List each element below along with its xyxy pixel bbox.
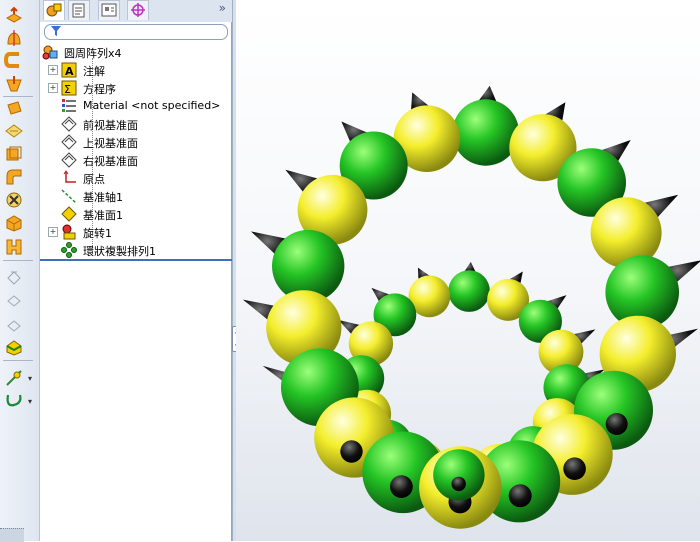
equation-icon: Σ [61, 80, 77, 96]
spike-tip [451, 476, 466, 492]
intersect-icon[interactable] [4, 337, 26, 357]
pattern-icon[interactable] [4, 314, 26, 334]
expand-toggle[interactable]: + [48, 227, 58, 237]
filter-icon [51, 26, 61, 36]
svg-text:A: A [65, 65, 74, 78]
tree-item-annotations[interactable]: + A 注解 [40, 61, 230, 79]
property-manager-icon[interactable] [68, 0, 90, 20]
extruded-boss-icon[interactable] [4, 6, 26, 26]
tree-item-label: 原点 [83, 173, 105, 186]
spike-tip [390, 475, 413, 498]
features-command-toolbar: ▾ ▾ [0, 0, 40, 542]
expand-toggle[interactable]: + [48, 83, 58, 93]
svg-text:Σ: Σ [64, 83, 71, 96]
reference-geometry-icon[interactable] [4, 368, 26, 388]
feature-manager-icon[interactable] [43, 0, 65, 20]
tree-item-front-plane[interactable]: 前视基准面 [40, 115, 230, 133]
plane-icon[interactable] [4, 121, 26, 141]
plane-icon [61, 116, 77, 132]
tree-item-label: 上视基准面 [83, 137, 138, 150]
expand-panel-button[interactable]: » [219, 1, 226, 15]
tree-item-right-plane[interactable]: 右视基准面 [40, 151, 230, 169]
revolved-boss-icon[interactable] [4, 28, 26, 48]
circular-pattern-icon [61, 242, 77, 258]
tree-item-circular-pattern[interactable]: 環狀複製排列1 [40, 241, 230, 259]
feature-manager-panel: » 圆周阵列x4 + A 注解 + Σ 方程序 Material <not sp… [40, 0, 232, 541]
hole-wizard-icon[interactable] [4, 190, 26, 210]
tree-item-label: Material <not specified> [83, 99, 221, 112]
graphics-viewport[interactable] [236, 0, 700, 541]
tree-item-label: 注解 [83, 65, 105, 78]
chevron-down-icon[interactable]: ▾ [28, 397, 32, 406]
tree-item-origin[interactable]: 原点 [40, 169, 230, 187]
spike-tip [563, 457, 586, 481]
plane-icon [61, 152, 77, 168]
bead [452, 99, 519, 166]
curves-icon[interactable] [4, 391, 26, 411]
spike-tip [340, 440, 363, 463]
annotation-icon: A [61, 62, 77, 78]
bead [448, 270, 490, 312]
dimxpert-icon[interactable] [127, 0, 149, 20]
wrap-icon[interactable] [4, 237, 26, 257]
fillet-icon[interactable] [4, 167, 26, 187]
plane-icon [61, 134, 77, 150]
part-icon [42, 44, 58, 60]
mirror-icon[interactable] [4, 290, 26, 310]
tree-item-label: 前视基准面 [83, 119, 138, 132]
rib-icon[interactable] [4, 213, 26, 233]
tree-item-label: 右视基准面 [83, 155, 138, 168]
tree-filter-input[interactable] [44, 24, 228, 40]
tree-item-label: 旋转1 [83, 227, 112, 240]
tree-item-axis[interactable]: 基准轴1 [40, 187, 230, 205]
bead [433, 449, 485, 501]
extruded-cut-icon[interactable] [4, 98, 26, 118]
panel-corner [0, 528, 24, 542]
revolve-icon [61, 224, 77, 240]
rollback-bar[interactable] [40, 259, 232, 261]
axis-icon [61, 188, 77, 204]
spike-tip [508, 484, 532, 508]
spike-tip [605, 413, 628, 435]
tree-item-material[interactable]: Material <not specified> [40, 97, 230, 115]
tree-item-revolve[interactable]: + 旋转1 [40, 223, 230, 241]
origin-icon [61, 170, 77, 186]
tree-item-label: 基准轴1 [83, 191, 123, 204]
swept-boss-icon[interactable] [3, 50, 26, 70]
plane-icon [61, 206, 77, 222]
tree-root-label: 圆周阵列x4 [64, 47, 122, 60]
tree-item-plane1[interactable]: 基准面1 [40, 205, 230, 223]
configuration-manager-icon[interactable] [98, 0, 120, 20]
tree-item-label: 基准面1 [83, 209, 123, 222]
panel-tabs: » [40, 0, 232, 22]
tree-item-equations[interactable]: + Σ 方程序 [40, 79, 230, 97]
expand-toggle[interactable]: + [48, 65, 58, 75]
model-render [242, 85, 700, 529]
tree-item-top-plane[interactable]: 上视基准面 [40, 133, 230, 151]
shell-icon[interactable] [4, 144, 26, 164]
draft-icon[interactable] [4, 266, 26, 286]
tree-root-item[interactable]: 圆周阵列x4 [40, 43, 230, 61]
tree-item-label: 方程序 [83, 83, 116, 96]
lofted-boss-icon[interactable] [4, 74, 26, 94]
material-icon [61, 98, 77, 114]
chevron-down-icon[interactable]: ▾ [28, 374, 32, 383]
tree-item-label: 環狀複製排列1 [83, 245, 156, 258]
